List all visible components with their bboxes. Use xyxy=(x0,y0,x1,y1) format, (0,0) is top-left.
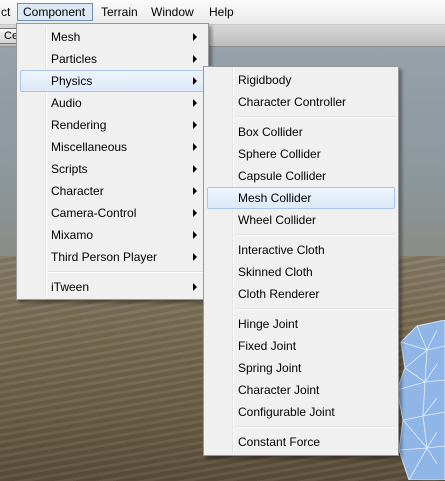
submenu-arrow-icon xyxy=(193,77,197,85)
submenu-arrow-icon xyxy=(193,187,197,195)
menu-item-cloth-renderer[interactable]: Cloth Renderer xyxy=(207,283,395,305)
menu-item-physics[interactable]: Physics xyxy=(20,70,205,92)
menu-item-wheel-collider[interactable]: Wheel Collider xyxy=(207,209,395,231)
menu-window[interactable]: Window xyxy=(146,3,199,21)
menu-item-character-joint[interactable]: Character Joint xyxy=(207,379,395,401)
menu-item-label: Mesh xyxy=(51,30,81,44)
submenu-arrow-icon xyxy=(193,231,197,239)
menu-item-particles[interactable]: Particles xyxy=(20,48,205,70)
menu-item-label: Third Person Player xyxy=(51,250,158,264)
menu-item-rigidbody[interactable]: Rigidbody xyxy=(207,69,395,91)
menu-bar: ct Component Terrain Window Help xyxy=(0,0,445,25)
menu-item-hinge-joint[interactable]: Hinge Joint xyxy=(207,313,395,335)
submenu-arrow-icon xyxy=(193,99,197,107)
menu-item-label: Camera-Control xyxy=(51,206,137,220)
component-menu: Mesh Particles Physics Audio Rendering M… xyxy=(16,23,209,300)
menu-item-label: Particles xyxy=(51,52,98,66)
submenu-arrow-icon xyxy=(193,283,197,291)
menu-separator xyxy=(235,234,395,236)
menu-item-camera-control[interactable]: Camera-Control xyxy=(20,202,205,224)
menu-item-miscellaneous[interactable]: Miscellaneous xyxy=(20,136,205,158)
menu-item-label: iTween xyxy=(51,280,90,294)
menu-item-box-collider[interactable]: Box Collider xyxy=(207,121,395,143)
menu-item-capsule-collider[interactable]: Capsule Collider xyxy=(207,165,395,187)
menu-item-scripts[interactable]: Scripts xyxy=(20,158,205,180)
physics-submenu: Rigidbody Character Controller Box Colli… xyxy=(203,66,399,456)
menu-item-itween[interactable]: iTween xyxy=(20,276,205,298)
menu-separator xyxy=(235,426,395,428)
menu-item-label: Mixamo xyxy=(51,228,94,242)
menu-item-label: Rendering xyxy=(51,118,107,132)
submenu-arrow-icon xyxy=(193,253,197,261)
menu-separator xyxy=(235,308,395,310)
submenu-arrow-icon xyxy=(193,121,197,129)
wireframe-mesh[interactable] xyxy=(397,320,445,480)
menu-terrain[interactable]: Terrain xyxy=(96,3,143,21)
menu-item-spring-joint[interactable]: Spring Joint xyxy=(207,357,395,379)
menu-item-mesh[interactable]: Mesh xyxy=(20,26,205,48)
menu-separator xyxy=(48,271,205,273)
menu-item-label: Physics xyxy=(51,74,93,88)
menu-item-third-person-player[interactable]: Third Person Player xyxy=(20,246,205,268)
menu-item-label: Character xyxy=(51,184,104,198)
menu-item-skinned-cloth[interactable]: Skinned Cloth xyxy=(207,261,395,283)
submenu-arrow-icon xyxy=(193,55,197,63)
menu-item-sphere-collider[interactable]: Sphere Collider xyxy=(207,143,395,165)
submenu-arrow-icon xyxy=(193,165,197,173)
menu-item-label: Miscellaneous xyxy=(51,140,128,154)
menu-separator xyxy=(235,116,395,118)
submenu-arrow-icon xyxy=(193,33,197,41)
menu-item-mixamo[interactable]: Mixamo xyxy=(20,224,205,246)
menu-item-character[interactable]: Character xyxy=(20,180,205,202)
menu-edit-partial[interactable]: ct xyxy=(0,3,15,21)
menu-component[interactable]: Component xyxy=(17,3,93,21)
menu-item-label: Scripts xyxy=(51,162,88,176)
menu-item-rendering[interactable]: Rendering xyxy=(20,114,205,136)
submenu-arrow-icon xyxy=(193,209,197,217)
menu-item-character-controller[interactable]: Character Controller xyxy=(207,91,395,113)
menu-help[interactable]: Help xyxy=(204,3,239,21)
menu-item-fixed-joint[interactable]: Fixed Joint xyxy=(207,335,395,357)
menu-item-configurable-joint[interactable]: Configurable Joint xyxy=(207,401,395,423)
submenu-arrow-icon xyxy=(193,143,197,151)
menu-item-label: Audio xyxy=(51,96,82,110)
menu-item-audio[interactable]: Audio xyxy=(20,92,205,114)
menu-item-mesh-collider[interactable]: Mesh Collider xyxy=(207,187,395,209)
menu-item-interactive-cloth[interactable]: Interactive Cloth xyxy=(207,239,395,261)
menu-item-constant-force[interactable]: Constant Force xyxy=(207,431,395,453)
